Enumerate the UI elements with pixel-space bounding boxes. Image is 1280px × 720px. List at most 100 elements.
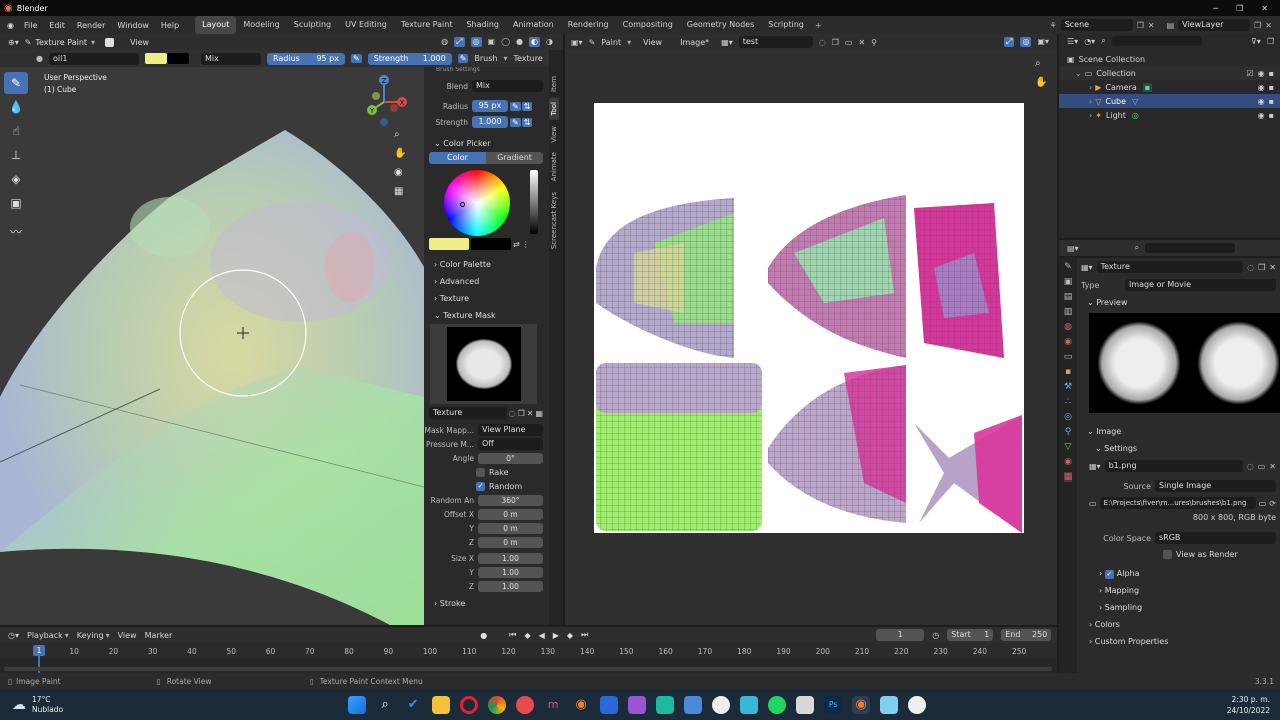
tab-rendering[interactable]: Rendering [561, 16, 616, 34]
image-new-icon[interactable]: ❐ [832, 38, 839, 47]
texture-type-dropdown[interactable]: Image or Movie [1125, 279, 1276, 291]
start-frame-field[interactable]: Start 1 [947, 629, 994, 641]
image-browse-dropdown-icon[interactable]: ▦▾ [1089, 462, 1101, 471]
outliner-row-camera[interactable]: › ▶ Camera ▪ ◉ ▪ [1059, 80, 1280, 94]
navigation-gizmo[interactable]: Z X Y [360, 72, 410, 128]
new-scene-icon[interactable]: ❐ [1137, 21, 1144, 30]
angle-field[interactable]: 0° [478, 452, 543, 464]
blender-menu-icon[interactable]: ◉ [7, 21, 14, 30]
color-palette-header[interactable]: › Color Palette [424, 256, 549, 273]
camera-render-icon[interactable]: ▪ [1269, 83, 1274, 92]
playback-menu[interactable]: Playback [27, 631, 63, 640]
spotify-icon[interactable] [768, 695, 787, 714]
image-open-icon[interactable]: ▭ [845, 38, 853, 47]
outliner-search-input[interactable] [1111, 36, 1202, 46]
random-angle-field[interactable]: 360° [478, 494, 543, 506]
camera-view-icon[interactable]: ◉ [394, 167, 406, 178]
shading-wireframe-icon[interactable]: ◯ [501, 37, 510, 47]
mask-texture-preview[interactable] [430, 324, 537, 404]
menu-edit[interactable]: Edit [43, 21, 71, 30]
radius-pressure-icon[interactable]: ✎ [350, 54, 362, 63]
image-fake-user-icon-2[interactable]: ◌ [1247, 462, 1254, 471]
photoshop-icon[interactable]: Ps [824, 695, 843, 714]
filepath-reload-icon[interactable]: ⟳ [1269, 499, 1280, 508]
constraints-props-tab-icon[interactable]: ⚲ [1065, 427, 1072, 437]
panel-radius-pressure-icon[interactable]: ✎ [510, 101, 521, 111]
mask-texture-field[interactable]: Texture [429, 407, 507, 419]
swap-colors-icon[interactable]: ⇄ [513, 240, 520, 249]
outliner-row-light[interactable]: › ✦ Light ◎ ◉ ▪ [1059, 108, 1280, 122]
menu-help[interactable]: Help [155, 21, 185, 30]
scene-icon[interactable]: ⚘ [1050, 21, 1057, 30]
color-picker-header[interactable]: ⌄ Color Picker [424, 135, 549, 152]
pressure-mask-dropdown[interactable]: Off [478, 438, 543, 450]
painted-mesh[interactable] [0, 67, 424, 625]
size-z-field[interactable]: 1.00 [478, 580, 543, 592]
primary-color-swatch[interactable] [144, 53, 167, 64]
data-props-tab-icon[interactable]: ▽ [1065, 442, 1072, 452]
tab-animation[interactable]: Animation [506, 16, 561, 34]
blender-taskbar-icon-1[interactable]: ◉ [572, 696, 590, 714]
end-frame-field[interactable]: End 250 [1001, 629, 1052, 641]
mapping-section[interactable]: › Mapping [1081, 582, 1280, 599]
taskbar-todo-icon[interactable]: ✔ [404, 696, 422, 714]
tab-texture-paint[interactable]: Texture Paint [394, 16, 460, 34]
play-icon[interactable]: ▶ [553, 631, 559, 640]
image-zoom-icon[interactable]: ⌕ [1035, 58, 1047, 69]
timeline-view-menu[interactable]: View [118, 631, 137, 640]
taskbar-app-icon-5[interactable] [656, 695, 675, 714]
menu-file[interactable]: File [18, 21, 43, 30]
preview-range-icon[interactable]: ◷ [932, 631, 939, 640]
light-visibility-icon[interactable]: ◉ [1258, 111, 1265, 120]
soften-tool-icon[interactable]: 💧 [4, 96, 28, 118]
editor-type-icon[interactable]: ⊕▾ [8, 38, 19, 47]
custom-properties-section[interactable]: › Custom Properties [1081, 633, 1280, 650]
texture-fake-user-icon[interactable]: ◌ [1247, 263, 1254, 272]
panel-strength-pressure-icon[interactable]: ✎ [510, 117, 521, 127]
play-reverse-icon[interactable]: ◀ [539, 631, 545, 640]
ortho-grid-icon[interactable]: ▦ [394, 186, 406, 197]
menu-render[interactable]: Render [71, 21, 111, 30]
properties-search-input[interactable] [1145, 243, 1236, 253]
panel-radius-unit-icon[interactable]: ⇅ [521, 101, 533, 111]
mask-toggle-icon[interactable] [105, 37, 115, 47]
texture-mask-header[interactable]: ⌄ Texture Mask [424, 307, 549, 324]
filepath-browse-icon[interactable]: ▭ [1259, 499, 1267, 508]
mask-fake-user-icon[interactable]: ◌ [509, 409, 516, 418]
windows-start-icon[interactable] [348, 695, 367, 714]
mask-mapping-dropdown[interactable]: View Plane [478, 424, 543, 436]
auto-key-icon[interactable]: ● [480, 631, 487, 640]
annotate-tool-icon[interactable]: 〰 [4, 220, 28, 242]
timeline-editor-icon[interactable]: ◷▾ [8, 631, 19, 640]
offset-z-field[interactable]: 0 m [478, 536, 543, 548]
taskbar-app-icon-2[interactable]: m [544, 696, 562, 714]
light-render-icon[interactable]: ▪ [1269, 111, 1274, 120]
shading-solid-icon[interactable]: ● [516, 37, 523, 47]
material-props-tab-icon[interactable]: ◉ [1064, 457, 1072, 467]
chrome-icon[interactable] [488, 695, 507, 714]
texture-datablock-field[interactable]: Texture [1096, 261, 1244, 273]
render-props-tab-icon[interactable]: ▣ [1064, 277, 1073, 287]
file-explorer-icon[interactable] [432, 695, 451, 714]
preview-header[interactable]: ⌄ Preview [1081, 294, 1280, 311]
maximize-icon[interactable]: ❐ [1236, 4, 1243, 13]
offset-x-field[interactable]: 0 m [478, 508, 543, 520]
image-fake-user-icon[interactable]: ◌ [819, 38, 826, 47]
clone-tool-icon[interactable]: ⊥ [4, 144, 28, 166]
gradient-tab[interactable]: Gradient [486, 152, 543, 164]
panel-secondary-color[interactable] [471, 238, 511, 250]
tab-compositing[interactable]: Compositing [616, 16, 680, 34]
texture-new-icon[interactable]: ❐ [1258, 263, 1265, 272]
physics-props-tab-icon[interactable]: ◎ [1064, 412, 1072, 422]
image-section-header[interactable]: ⌄ Image [1081, 423, 1280, 440]
outliner-filter-icon[interactable]: ⊽▾ [1251, 37, 1261, 46]
cube-render-icon[interactable]: ▪ [1269, 97, 1274, 106]
color-wheel[interactable] [444, 170, 510, 236]
image-pin-icon[interactable]: ⚲ [871, 38, 877, 47]
sidebar-tab-screencast-keys[interactable]: Screencast Keys [549, 188, 559, 253]
gizmo-toggle-icon[interactable]: ⤢ [454, 37, 465, 47]
delete-view-layer-icon[interactable]: ✕ [1265, 21, 1272, 30]
image-overlay-icon[interactable]: ◎ [1020, 37, 1032, 47]
texture-menu[interactable]: Texture [514, 54, 543, 63]
random-checkbox[interactable]: ✓ [476, 481, 485, 491]
